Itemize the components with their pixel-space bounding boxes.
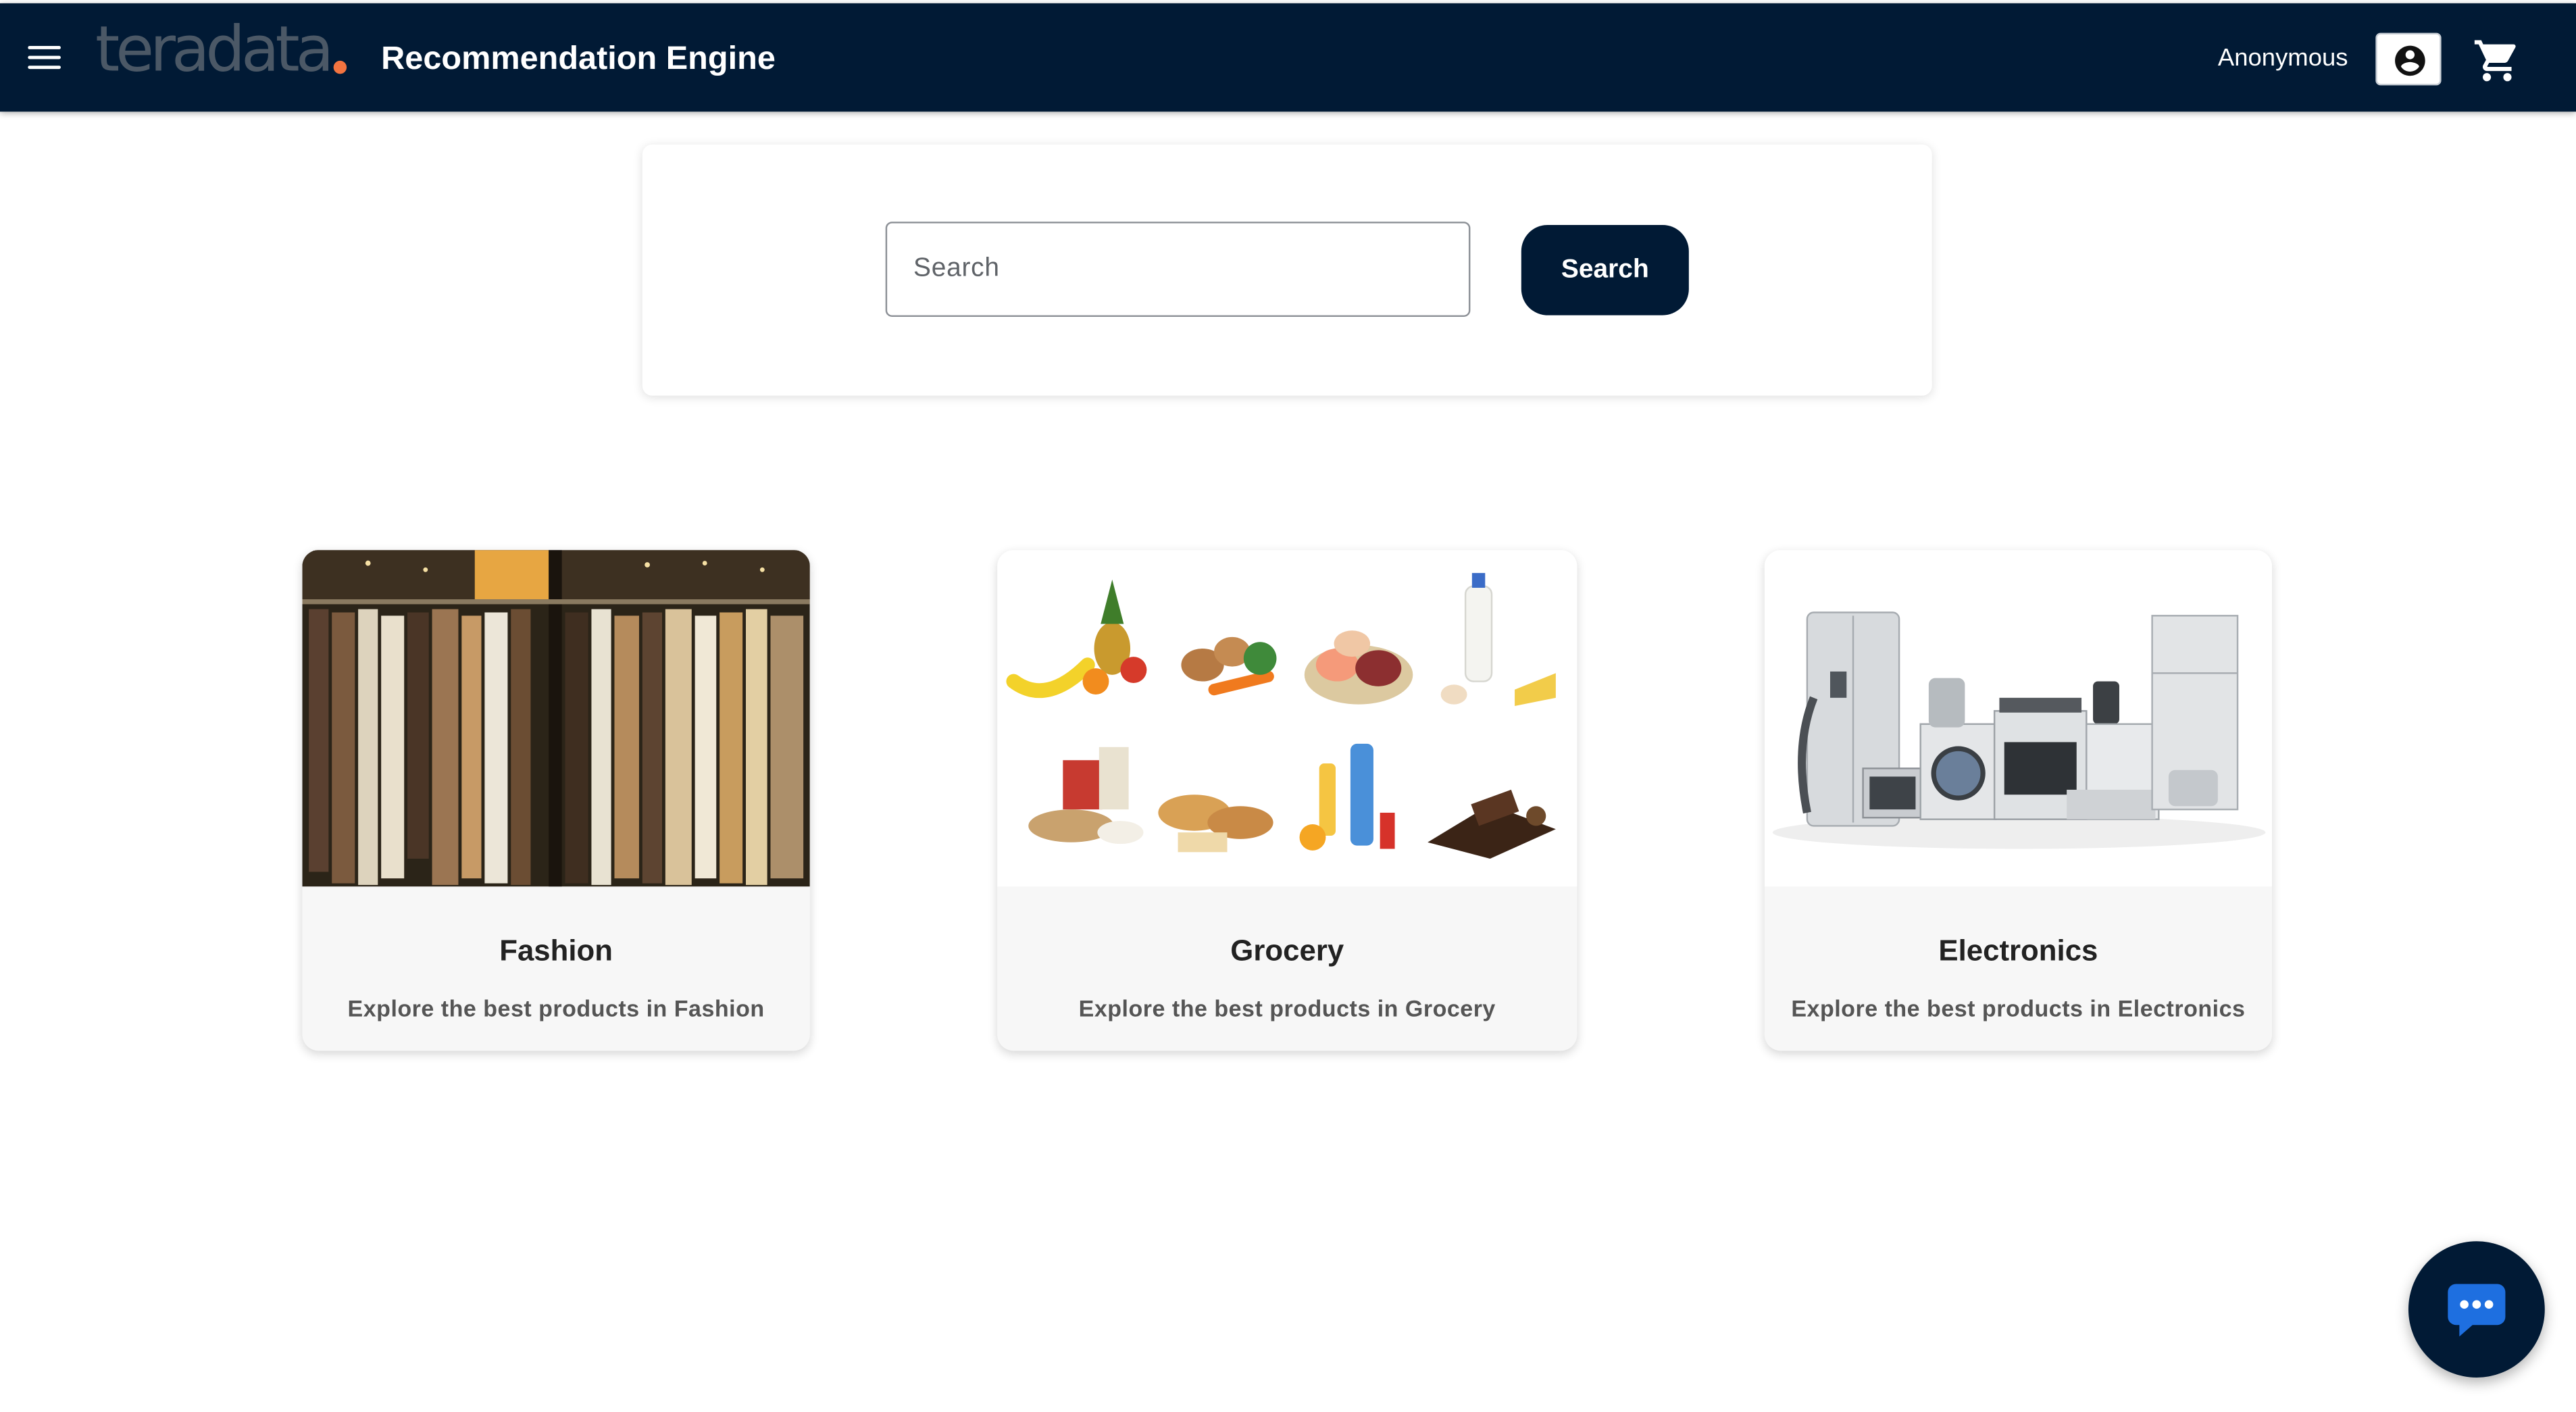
user-name: Anonymous xyxy=(2217,44,2348,72)
app-root: teradata Recommendation Engine Anonymous… xyxy=(0,0,2576,1412)
top-app-bar: teradata Recommendation Engine Anonymous xyxy=(0,3,2576,112)
category-description: Explore the best products in Fashion xyxy=(347,994,765,1022)
app-title: Recommendation Engine xyxy=(381,41,776,78)
menu-icon[interactable] xyxy=(23,38,66,77)
chat-button[interactable] xyxy=(2408,1241,2545,1378)
category-card-grocery[interactable]: Grocery Explore the best products in Gro… xyxy=(997,550,1577,1051)
chat-bubble-icon xyxy=(2448,1284,2506,1337)
category-title: Fashion xyxy=(499,934,613,967)
category-title: Grocery xyxy=(1230,934,1344,967)
clothes-rack-image xyxy=(302,550,810,887)
category-description: Explore the best products in Electronics xyxy=(1791,994,2246,1022)
shopping-cart-icon[interactable] xyxy=(2473,36,2522,85)
logo-dot xyxy=(333,60,347,74)
groceries-image xyxy=(997,550,1577,887)
category-title: Electronics xyxy=(1938,934,2098,967)
search-panel: Search xyxy=(642,144,1932,396)
category-description: Explore the best products in Grocery xyxy=(1078,994,1496,1022)
category-card-electronics[interactable]: Electronics Explore the best products in… xyxy=(1764,550,2273,1051)
account-circle-icon xyxy=(2395,45,2425,76)
search-button[interactable]: Search xyxy=(1521,224,1689,316)
category-card-fashion[interactable]: Fashion Explore the best products in Fas… xyxy=(302,550,810,1051)
account-button[interactable] xyxy=(2375,32,2442,86)
teradata-logo[interactable]: teradata xyxy=(95,13,334,85)
search-input[interactable] xyxy=(885,222,1471,318)
appliances-image xyxy=(1764,550,2273,887)
